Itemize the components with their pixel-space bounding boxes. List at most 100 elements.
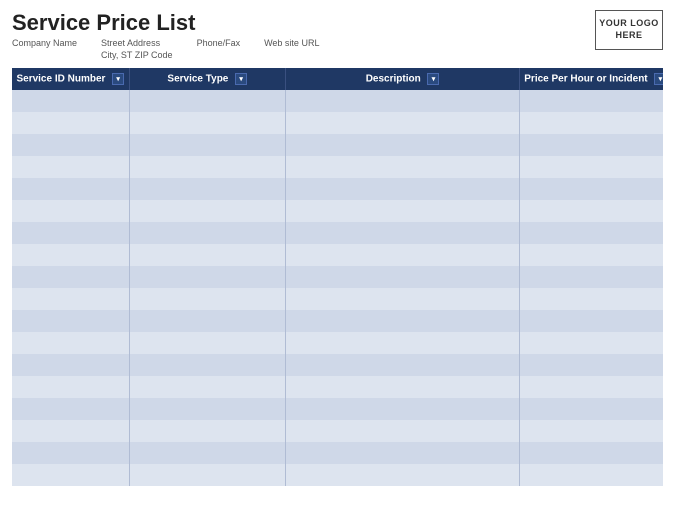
table-cell[interactable] (520, 332, 663, 354)
company-name-block: Company Name (12, 38, 77, 61)
table-cell[interactable] (520, 420, 663, 442)
table-cell[interactable] (285, 398, 519, 420)
table-cell[interactable] (12, 112, 129, 134)
phone-block: Phone/Fax (197, 38, 241, 61)
table-cell[interactable] (285, 90, 519, 112)
col-service-id-dropdown[interactable]: ▾ (112, 73, 124, 85)
table-cell[interactable] (285, 112, 519, 134)
table-row (12, 178, 663, 200)
city-label: City, ST ZIP Code (101, 50, 173, 62)
table-body (12, 90, 663, 486)
col-header-service-id-label: Service ID Number (16, 73, 105, 84)
table-cell[interactable] (285, 178, 519, 200)
table-cell[interactable] (12, 310, 129, 332)
table-cell[interactable] (520, 222, 663, 244)
table-cell[interactable] (12, 156, 129, 178)
table-cell[interactable] (520, 244, 663, 266)
table-cell[interactable] (285, 266, 519, 288)
table-cell[interactable] (129, 464, 285, 486)
table-row (12, 222, 663, 244)
table-row (12, 266, 663, 288)
table-cell[interactable] (285, 442, 519, 464)
table-cell[interactable] (520, 200, 663, 222)
table-cell[interactable] (12, 354, 129, 376)
table-cell[interactable] (129, 332, 285, 354)
table-cell[interactable] (285, 244, 519, 266)
table-cell[interactable] (520, 156, 663, 178)
website-block: Web site URL (264, 38, 319, 61)
table-cell[interactable] (520, 178, 663, 200)
table-row (12, 420, 663, 442)
table-cell[interactable] (129, 310, 285, 332)
table-cell[interactable] (285, 420, 519, 442)
table-cell[interactable] (12, 134, 129, 156)
table-cell[interactable] (129, 200, 285, 222)
table-cell[interactable] (520, 310, 663, 332)
table-cell[interactable] (129, 178, 285, 200)
col-price-dropdown[interactable]: ▾ (654, 73, 663, 85)
table-cell[interactable] (285, 310, 519, 332)
table-cell[interactable] (129, 398, 285, 420)
table-cell[interactable] (285, 376, 519, 398)
table-cell[interactable] (129, 134, 285, 156)
table-row (12, 90, 663, 112)
header-left: Service Price List Company Name Street A… (12, 10, 319, 62)
table-cell[interactable] (12, 178, 129, 200)
table-row (12, 354, 663, 376)
table-cell[interactable] (520, 398, 663, 420)
table-cell[interactable] (12, 200, 129, 222)
table-cell[interactable] (129, 376, 285, 398)
table-cell[interactable] (285, 200, 519, 222)
table-cell[interactable] (12, 222, 129, 244)
table-cell[interactable] (12, 376, 129, 398)
table-cell[interactable] (520, 354, 663, 376)
table-cell[interactable] (12, 398, 129, 420)
table-row (12, 376, 663, 398)
table-cell[interactable] (520, 266, 663, 288)
table-cell[interactable] (12, 244, 129, 266)
table-cell[interactable] (520, 376, 663, 398)
col-service-type-dropdown[interactable]: ▾ (235, 73, 247, 85)
col-header-price-label: Price Per Hour or Incident (524, 73, 647, 84)
table-container: Service ID Number ▾ Service Type ▾ Descr… (12, 68, 663, 512)
table-cell[interactable] (12, 464, 129, 486)
table-cell[interactable] (12, 420, 129, 442)
table-cell[interactable] (129, 90, 285, 112)
table-cell[interactable] (129, 266, 285, 288)
company-info-row: Company Name Street Address City, ST ZIP… (12, 38, 319, 61)
table-cell[interactable] (520, 464, 663, 486)
table-cell[interactable] (12, 266, 129, 288)
table-cell[interactable] (285, 222, 519, 244)
table-cell[interactable] (520, 134, 663, 156)
table-cell[interactable] (285, 156, 519, 178)
table-cell[interactable] (285, 354, 519, 376)
table-cell[interactable] (129, 222, 285, 244)
table-cell[interactable] (129, 442, 285, 464)
col-description-dropdown[interactable]: ▾ (427, 73, 439, 85)
table-cell[interactable] (12, 332, 129, 354)
table-cell[interactable] (285, 288, 519, 310)
table-cell[interactable] (12, 90, 129, 112)
table-cell[interactable] (285, 134, 519, 156)
table-cell[interactable] (520, 288, 663, 310)
phone-label: Phone/Fax (197, 38, 241, 50)
table-cell[interactable] (129, 112, 285, 134)
address-label: Street Address (101, 38, 173, 50)
table-cell[interactable] (12, 288, 129, 310)
table-cell[interactable] (129, 420, 285, 442)
table-cell[interactable] (12, 442, 129, 464)
table-cell[interactable] (520, 90, 663, 112)
table-cell[interactable] (129, 354, 285, 376)
table-cell[interactable] (520, 442, 663, 464)
col-header-service-type: Service Type ▾ (129, 68, 285, 90)
table-cell[interactable] (285, 332, 519, 354)
page: Service Price List Company Name Street A… (0, 0, 675, 520)
logo-text: YOUR LOGO HERE (596, 18, 662, 41)
table-cell[interactable] (520, 112, 663, 134)
table-cell[interactable] (129, 244, 285, 266)
table-cell[interactable] (129, 156, 285, 178)
service-table: Service ID Number ▾ Service Type ▾ Descr… (12, 68, 663, 486)
table-cell[interactable] (129, 288, 285, 310)
header: Service Price List Company Name Street A… (12, 10, 663, 62)
table-cell[interactable] (285, 464, 519, 486)
